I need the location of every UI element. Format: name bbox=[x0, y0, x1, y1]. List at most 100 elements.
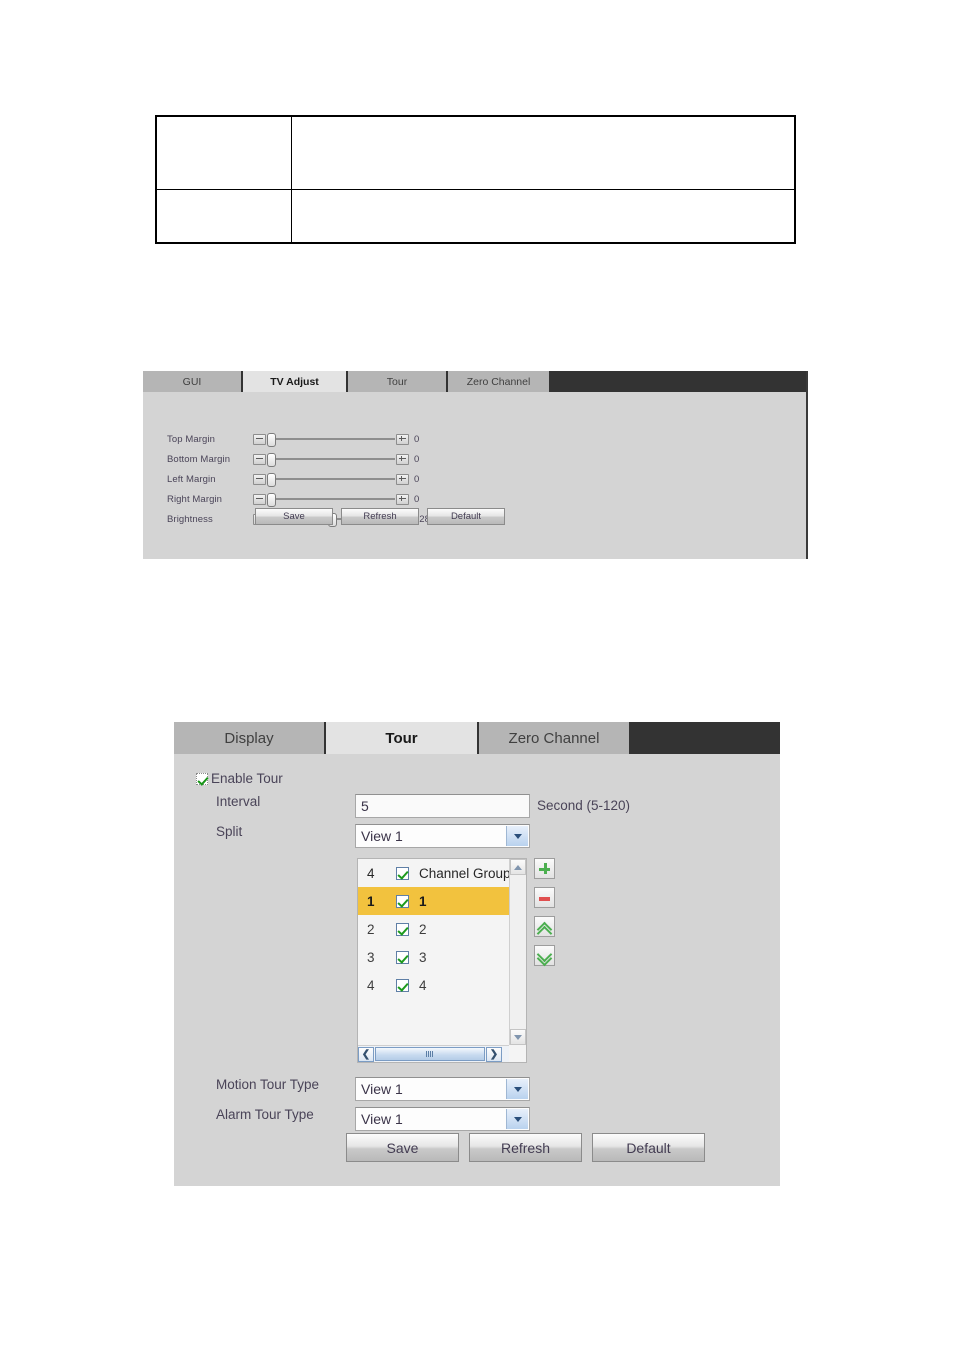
alarm-tour-type-select[interactable]: View 1 bbox=[355, 1107, 530, 1131]
channel-row-number: 2 bbox=[367, 921, 375, 937]
tab-zero-channel[interactable]: Zero Channel bbox=[448, 371, 551, 392]
slider-knob-bottom-margin[interactable] bbox=[267, 453, 276, 467]
scroll-up-button[interactable] bbox=[510, 859, 526, 875]
minus-step-icon[interactable] bbox=[253, 493, 266, 505]
tour-tabstrip: Display Tour Zero Channel bbox=[174, 722, 780, 754]
save-button[interactable]: Save bbox=[255, 508, 333, 525]
remove-channel-group-button[interactable] bbox=[534, 887, 555, 908]
tab-display[interactable]: Display bbox=[174, 722, 326, 754]
tab-tour[interactable]: Tour bbox=[348, 371, 448, 392]
plus-step-icon[interactable] bbox=[396, 473, 409, 485]
slider-label-top-margin: Top Margin bbox=[167, 433, 215, 445]
table-cell-label bbox=[155, 115, 292, 190]
move-down-button[interactable] bbox=[534, 945, 555, 967]
slider-label-right-margin: Right Margin bbox=[167, 493, 223, 505]
tv-adjust-body: Top Margin 0 Bottom Margin 0 Left Margin bbox=[143, 392, 806, 559]
tab-zero-channel[interactable]: Zero Channel bbox=[479, 722, 631, 754]
channel-list-action-buttons bbox=[534, 858, 555, 967]
slider-row-right-margin: Right Margin 0 bbox=[167, 492, 420, 507]
slider-knob-top-margin[interactable] bbox=[267, 433, 276, 447]
tab-gui[interactable]: GUI bbox=[143, 371, 243, 392]
save-button[interactable]: Save bbox=[346, 1133, 459, 1162]
minus-step-icon[interactable] bbox=[253, 453, 266, 465]
slider-track-top-margin[interactable] bbox=[267, 433, 395, 447]
channel-row-name: 3 bbox=[419, 949, 427, 965]
add-channel-group-button[interactable] bbox=[534, 858, 555, 879]
move-up-button[interactable] bbox=[534, 916, 555, 942]
split-select-value: View 1 bbox=[361, 828, 403, 844]
slider-knob-right-margin[interactable] bbox=[267, 493, 276, 507]
tab-tv-adjust[interactable]: TV Adjust bbox=[243, 371, 348, 392]
channel-row-checkbox[interactable] bbox=[396, 950, 409, 964]
caret-down-icon bbox=[514, 1034, 522, 1040]
split-label: Split bbox=[216, 824, 243, 839]
refresh-button[interactable]: Refresh bbox=[469, 1133, 582, 1162]
enable-tour-row[interactable]: Enable Tour bbox=[196, 771, 283, 786]
channel-row-number: 1 bbox=[367, 893, 375, 909]
channel-row-checkbox[interactable] bbox=[396, 866, 409, 880]
alarm-tour-type-value: View 1 bbox=[361, 1111, 403, 1127]
channel-row-checkbox[interactable] bbox=[396, 978, 409, 992]
channel-group-list[interactable]: 4 Channel Group 1 1 2 2 3 3 4 4 ❮ ❯ bbox=[357, 858, 527, 1063]
table-cell-value bbox=[291, 189, 796, 244]
list-item[interactable]: 2 2 bbox=[358, 915, 509, 943]
tour-button-row: Save Refresh Default bbox=[346, 1133, 705, 1162]
chevron-down-icon[interactable] bbox=[506, 1109, 528, 1129]
slider-value-right-margin: 0 bbox=[414, 493, 420, 505]
default-button[interactable]: Default bbox=[592, 1133, 705, 1162]
channel-row-checkbox[interactable] bbox=[396, 894, 409, 908]
slider-row-left-margin: Left Margin 0 bbox=[167, 472, 419, 487]
tv-adjust-panel: GUI TV Adjust Tour Zero Channel Top Marg… bbox=[143, 371, 808, 559]
list-item[interactable]: 4 Channel Group bbox=[358, 859, 509, 887]
tab-tour[interactable]: Tour bbox=[326, 722, 479, 754]
alarm-tour-type-row: Alarm Tour Type bbox=[216, 1107, 356, 1122]
chevron-down-icon[interactable] bbox=[506, 1079, 528, 1099]
list-item[interactable]: 4 4 bbox=[358, 971, 509, 999]
plus-icon bbox=[535, 859, 554, 878]
hscroll-thumb[interactable] bbox=[375, 1047, 485, 1061]
motion-tour-type-select[interactable]: View 1 bbox=[355, 1077, 530, 1101]
double-chevron-up-icon bbox=[536, 920, 553, 942]
channel-row-name: Channel Group bbox=[419, 865, 509, 881]
motion-tour-type-value: View 1 bbox=[361, 1081, 403, 1097]
slider-label-brightness: Brightness bbox=[167, 513, 213, 525]
slider-track-right-margin[interactable] bbox=[267, 493, 395, 507]
minus-step-icon[interactable] bbox=[253, 433, 266, 445]
refresh-button[interactable]: Refresh bbox=[341, 508, 419, 525]
slider-knob-left-margin[interactable] bbox=[267, 473, 276, 487]
grip-icon bbox=[426, 1051, 434, 1057]
channel-list-horizontal-scrollbar[interactable]: ❮ ❯ bbox=[358, 1045, 509, 1062]
plus-step-icon[interactable] bbox=[396, 453, 409, 465]
interval-label: Interval bbox=[216, 794, 261, 809]
interval-row: Interval bbox=[216, 794, 356, 809]
channel-row-checkbox[interactable] bbox=[396, 922, 409, 936]
scroll-down-button[interactable] bbox=[510, 1029, 526, 1045]
split-row: Split bbox=[216, 824, 356, 839]
slider-track-bottom-margin[interactable] bbox=[267, 453, 395, 467]
split-select[interactable]: View 1 bbox=[355, 824, 530, 848]
minus-icon bbox=[535, 888, 554, 907]
channel-group-rows: 4 Channel Group 1 1 2 2 3 3 4 4 bbox=[358, 859, 509, 999]
enable-tour-checkbox[interactable] bbox=[196, 772, 208, 785]
slider-row-bottom-margin: Bottom Margin 0 bbox=[167, 452, 419, 467]
interval-input[interactable]: 5 bbox=[355, 794, 530, 818]
channel-row-number: 3 bbox=[367, 949, 375, 965]
channel-row-number: 4 bbox=[367, 977, 375, 993]
channel-row-name: 2 bbox=[419, 921, 427, 937]
tv-adjust-button-row: Save Refresh Default bbox=[255, 508, 505, 525]
slider-track-left-margin[interactable] bbox=[267, 473, 395, 487]
motion-tour-type-row: Motion Tour Type bbox=[216, 1077, 356, 1092]
slider-label-left-margin: Left Margin bbox=[167, 473, 216, 485]
plus-step-icon[interactable] bbox=[396, 433, 409, 445]
default-button[interactable]: Default bbox=[427, 508, 505, 525]
list-item[interactable]: 3 3 bbox=[358, 943, 509, 971]
scroll-right-button[interactable]: ❯ bbox=[486, 1046, 502, 1062]
channel-list-vertical-scrollbar[interactable] bbox=[509, 859, 526, 1045]
minus-step-icon[interactable] bbox=[253, 473, 266, 485]
interval-unit-label: Second (5-120) bbox=[537, 798, 631, 813]
scroll-left-button[interactable]: ❮ bbox=[358, 1046, 374, 1062]
chevron-down-icon[interactable] bbox=[506, 826, 528, 846]
enable-tour-label: Enable Tour bbox=[211, 771, 283, 786]
plus-step-icon[interactable] bbox=[396, 493, 409, 505]
list-item[interactable]: 1 1 bbox=[358, 887, 509, 915]
